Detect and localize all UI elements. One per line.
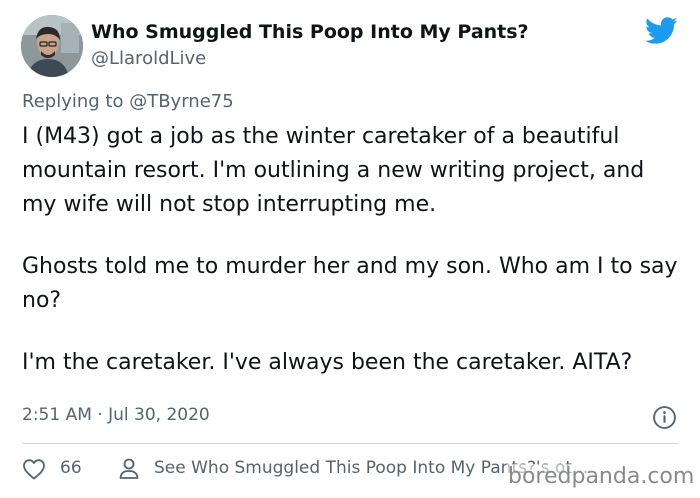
replying-to-line: Replying to @TByrne75 xyxy=(22,91,234,112)
avatar[interactable] xyxy=(21,15,83,77)
tweet-card: Who Smuggled This Poop Into My Pants? @L… xyxy=(0,0,700,498)
twitter-bird-icon[interactable] xyxy=(645,17,678,45)
tweet-paragraph: I (M43) got a job as the winter caretake… xyxy=(22,124,645,217)
divider xyxy=(22,443,678,444)
person-icon[interactable] xyxy=(118,457,140,481)
heart-icon[interactable] xyxy=(22,458,46,480)
tweet-paragraph: I'm the caretaker. I've always been the … xyxy=(22,350,633,375)
tweet-timestamp[interactable]: 2:51 AM · Jul 30, 2020 xyxy=(22,405,210,425)
replying-mention-link[interactable]: @TByrne75 xyxy=(129,91,233,112)
replying-prefix: Replying to xyxy=(22,91,130,112)
author-display-name[interactable]: Who Smuggled This Poop Into My Pants? xyxy=(91,21,529,43)
info-icon[interactable] xyxy=(652,405,677,430)
tweet-paragraph: Ghosts told me to murder her and my son.… xyxy=(22,254,678,313)
boredpanda-watermark: boredpanda.com xyxy=(506,464,697,489)
like-count[interactable]: 66 xyxy=(60,458,82,478)
author-handle[interactable]: @LlaroldLive xyxy=(91,48,206,69)
tweet-text: I (M43) got a job as the winter caretake… xyxy=(22,120,682,380)
avatar-photo-icon xyxy=(21,15,83,77)
